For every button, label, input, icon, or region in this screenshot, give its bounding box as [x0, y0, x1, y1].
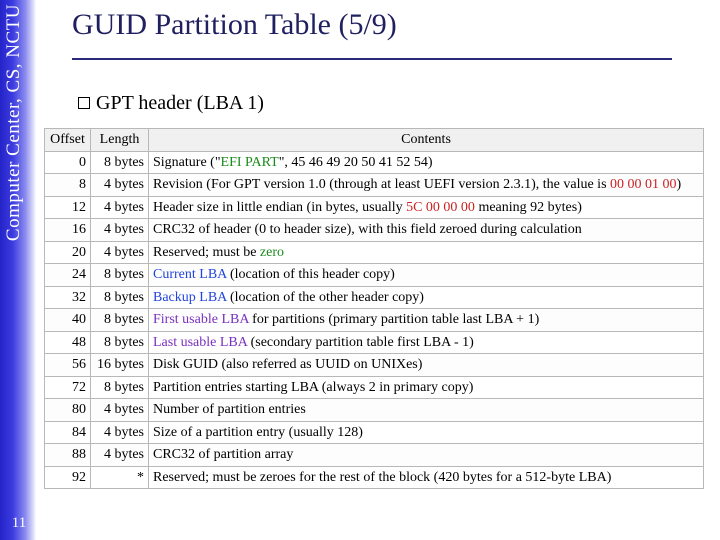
cell-contents: Disk GUID (also referred as UUID on UNIX… — [149, 354, 704, 377]
cell-length: 8 bytes — [91, 331, 149, 354]
cell-offset: 24 — [45, 264, 91, 287]
subtitle: GPT header (LBA 1) — [78, 92, 264, 115]
cell-length: 8 bytes — [91, 151, 149, 174]
cell-contents: Last usable LBA (secondary partition tab… — [149, 331, 704, 354]
cell-offset: 40 — [45, 309, 91, 332]
table-row: 884 bytesCRC32 of partition array — [45, 444, 704, 467]
highlight: EFI PART — [221, 155, 279, 170]
table-row: 328 bytesBackup LBA (location of the oth… — [45, 286, 704, 309]
cell-length: 8 bytes — [91, 264, 149, 287]
highlight: 5C 00 00 00 — [406, 200, 475, 215]
cell-length: 16 bytes — [91, 354, 149, 377]
cell-contents: Backup LBA (location of the other header… — [149, 286, 704, 309]
cell-offset: 48 — [45, 331, 91, 354]
title-underline — [72, 58, 672, 60]
bullet-square-icon — [78, 97, 90, 109]
cell-contents: Partition entries starting LBA (always 2… — [149, 376, 704, 399]
highlight: 00 00 01 00 — [610, 177, 677, 192]
cell-offset: 32 — [45, 286, 91, 309]
cell-length: 4 bytes — [91, 219, 149, 242]
table-row: 248 bytesCurrent LBA (location of this h… — [45, 264, 704, 287]
highlight: Backup LBA — [153, 290, 227, 305]
table-row: 164 bytesCRC32 of header (0 to header si… — [45, 219, 704, 242]
cell-contents: Current LBA (location of this header cop… — [149, 264, 704, 287]
cell-length: 4 bytes — [91, 444, 149, 467]
cell-contents: Size of a partition entry (usually 128) — [149, 421, 704, 444]
cell-length: 4 bytes — [91, 399, 149, 422]
cell-offset: 56 — [45, 354, 91, 377]
cell-length: 4 bytes — [91, 174, 149, 197]
cell-offset: 92 — [45, 466, 91, 489]
col-contents: Contents — [149, 129, 704, 152]
table-row: 408 bytesFirst usable LBA for partitions… — [45, 309, 704, 332]
cell-offset: 88 — [45, 444, 91, 467]
cell-contents: CRC32 of header (0 to header size), with… — [149, 219, 704, 242]
highlight: Current LBA — [153, 267, 227, 282]
highlight: Last usable LBA — [153, 335, 247, 350]
table-row: 08 bytesSignature ("EFI PART", 45 46 49 … — [45, 151, 704, 174]
cell-contents: Revision (For GPT version 1.0 (through a… — [149, 174, 704, 197]
sidebar: Computer Center, CS, NCTU — [0, 0, 36, 540]
table-row: 124 bytesHeader size in little endian (i… — [45, 196, 704, 219]
gpt-header-table: Offset Length Contents 08 bytesSignature… — [44, 128, 704, 489]
cell-length: 4 bytes — [91, 421, 149, 444]
table-row: 844 bytesSize of a partition entry (usua… — [45, 421, 704, 444]
cell-offset: 20 — [45, 241, 91, 264]
highlight: First usable LBA — [153, 312, 249, 327]
cell-offset: 80 — [45, 399, 91, 422]
cell-offset: 84 — [45, 421, 91, 444]
col-offset: Offset — [45, 129, 91, 152]
cell-contents: CRC32 of partition array — [149, 444, 704, 467]
table-row: 488 bytesLast usable LBA (secondary part… — [45, 331, 704, 354]
col-length: Length — [91, 129, 149, 152]
table-header-row: Offset Length Contents — [45, 129, 704, 152]
cell-length: * — [91, 466, 149, 489]
cell-contents: Reserved; must be zero — [149, 241, 704, 264]
table-row: 728 bytesPartition entries starting LBA … — [45, 376, 704, 399]
cell-length: 8 bytes — [91, 376, 149, 399]
table-row: 5616 bytesDisk GUID (also referred as UU… — [45, 354, 704, 377]
cell-length: 8 bytes — [91, 309, 149, 332]
cell-contents: Header size in little endian (in bytes, … — [149, 196, 704, 219]
page-title: GUID Partition Table (5/9) — [72, 8, 397, 42]
cell-offset: 12 — [45, 196, 91, 219]
page-number: 11 — [6, 515, 32, 532]
cell-length: 4 bytes — [91, 241, 149, 264]
cell-contents: First usable LBA for partitions (primary… — [149, 309, 704, 332]
cell-offset: 16 — [45, 219, 91, 242]
table-row: 84 bytesRevision (For GPT version 1.0 (t… — [45, 174, 704, 197]
cell-offset: 8 — [45, 174, 91, 197]
table-row: 204 bytesReserved; must be zero — [45, 241, 704, 264]
cell-contents: Number of partition entries — [149, 399, 704, 422]
cell-contents: Signature ("EFI PART", 45 46 49 20 50 41… — [149, 151, 704, 174]
cell-offset: 72 — [45, 376, 91, 399]
subtitle-text: GPT header (LBA 1) — [96, 92, 264, 114]
cell-length: 4 bytes — [91, 196, 149, 219]
cell-contents: Reserved; must be zeroes for the rest of… — [149, 466, 704, 489]
table-row: 92*Reserved; must be zeroes for the rest… — [45, 466, 704, 489]
table-row: 804 bytesNumber of partition entries — [45, 399, 704, 422]
sidebar-text: Computer Center, CS, NCTU — [3, 4, 25, 241]
cell-length: 8 bytes — [91, 286, 149, 309]
cell-offset: 0 — [45, 151, 91, 174]
highlight: zero — [260, 245, 284, 260]
slide: Computer Center, CS, NCTU 11 GUID Partit… — [0, 0, 720, 540]
